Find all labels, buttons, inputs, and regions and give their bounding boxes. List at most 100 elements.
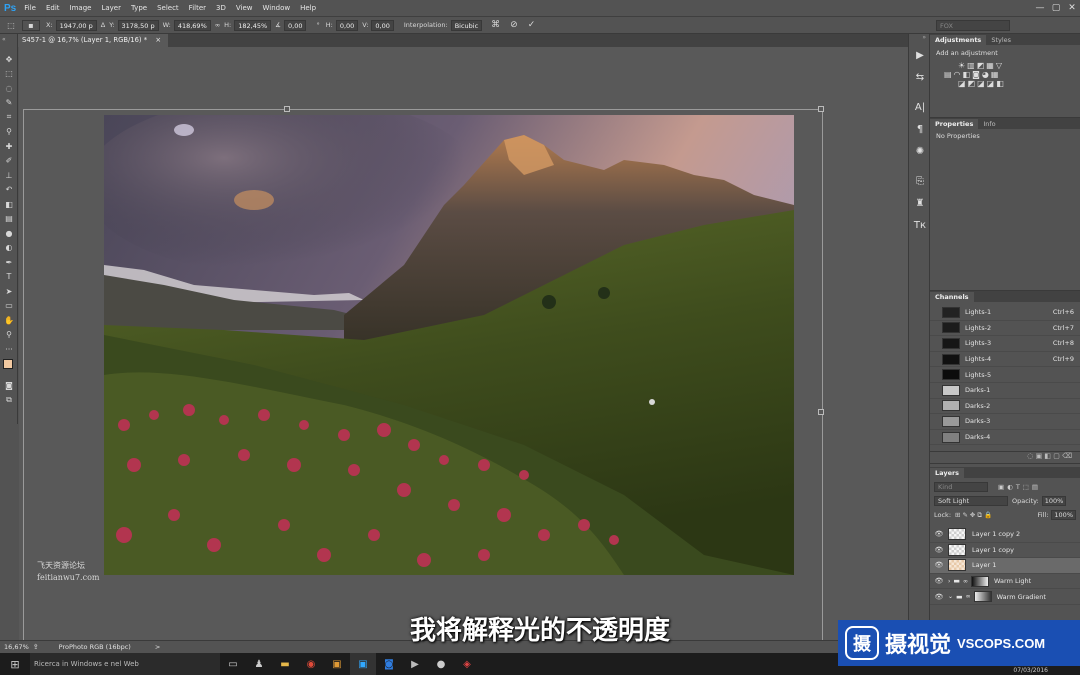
eraser-tool-icon[interactable]: ◧ (0, 197, 18, 212)
globe-app-icon[interactable]: ● (428, 653, 454, 675)
quick-select-tool-icon[interactable]: ✎ (0, 96, 18, 111)
expand-panels-icon[interactable]: » (909, 34, 929, 44)
visibility-eye-icon[interactable]: 👁 (934, 530, 944, 538)
fill-field[interactable]: 100% (1051, 510, 1076, 520)
visibility-eye-icon[interactable]: 👁 (934, 593, 944, 601)
screen-mode-icon[interactable]: ⧉ (0, 393, 18, 408)
adjustment-icons-row-3[interactable]: ◪◩◪◪◧ (936, 79, 1074, 88)
canvas-area[interactable]: 飞天资源论坛 feitianwu7.com (19, 47, 908, 667)
tab-info[interactable]: Info (978, 119, 1000, 129)
commit-transform-icon[interactable]: ✓ (528, 20, 536, 30)
y-field[interactable]: 3178,50 p (117, 19, 159, 31)
taskbar-search[interactable]: Ricerca in Windows e nel Web (30, 653, 220, 675)
h-field[interactable]: 182,45% (234, 19, 272, 31)
menu-edit[interactable]: Edit (46, 4, 60, 12)
channel-row[interactable]: Lights-1 Ctrl+6 (930, 305, 1080, 321)
tab-properties[interactable]: Properties (930, 119, 979, 129)
hand-tool-icon[interactable]: ✋ (0, 313, 18, 328)
visibility-eye-icon[interactable]: 👁 (934, 577, 944, 585)
history-brush-icon[interactable]: ↶ (0, 183, 18, 198)
vskew-field[interactable]: 0,00 (371, 19, 394, 31)
channel-row[interactable]: Lights-3 Ctrl+8 (930, 336, 1080, 352)
tab-close-icon[interactable]: × (155, 36, 161, 44)
visibility-eye-icon[interactable]: 👁 (934, 561, 944, 569)
outlook-icon[interactable]: ◙ (376, 653, 402, 675)
layer-row[interactable]: 👁 Layer 1 copy 2 (930, 527, 1080, 543)
landscape-photo[interactable] (104, 115, 794, 575)
status-menu-arrow[interactable]: > (155, 643, 160, 651)
layer-row-selected[interactable]: 👁 Layer 1 (930, 558, 1080, 574)
export-icon[interactable]: ⇪ (33, 643, 39, 651)
cancel-transform-icon[interactable]: ⊘ (510, 20, 518, 30)
opacity-field[interactable]: 100% (1041, 496, 1067, 506)
stamp-tool-icon[interactable]: ⊥ (0, 168, 18, 183)
character-icon[interactable]: A| (909, 96, 931, 118)
paragraph-icon[interactable]: ¶ (909, 118, 931, 140)
menu-filter[interactable]: Filter (189, 4, 206, 12)
menu-layer[interactable]: Layer (101, 4, 121, 12)
adjustment-icons-row-1[interactable]: ☀▥◩▦▽ (936, 61, 1074, 70)
blend-mode-select[interactable]: Soft Light (934, 496, 1008, 506)
group-arrow-icon[interactable]: › (948, 578, 950, 585)
channels-footer-icons[interactable]: ◌ ▣ ◧ ▢ ⌫ (930, 452, 1080, 464)
channel-row[interactable]: Lights-4 Ctrl+9 (930, 352, 1080, 368)
channel-row[interactable]: Darks-1 (930, 383, 1080, 399)
move-tool-icon[interactable]: ✥ (0, 52, 18, 67)
layer-row[interactable]: 👁 Layer 1 copy (930, 543, 1080, 559)
glyphs-icon[interactable]: Tк (909, 214, 931, 236)
brush-presets-icon[interactable]: ✺ (909, 140, 931, 162)
zoom-tool-icon[interactable]: ⚲ (0, 328, 18, 343)
file-explorer-icon[interactable]: ▬ (272, 653, 298, 675)
w-field[interactable]: 418,69% (173, 19, 211, 31)
path-select-tool-icon[interactable]: ➤ (0, 284, 18, 299)
transform-handle-right[interactable] (818, 409, 824, 415)
transform-tool-icon[interactable]: ⬚ (0, 21, 22, 30)
menu-image[interactable]: Image (70, 4, 92, 12)
document-tab[interactable]: S457-1 @ 16,7% (Layer 1, RGB/16) * × (18, 34, 168, 47)
bridge-icon[interactable]: ▣ (324, 653, 350, 675)
adjustment-icons-row-2[interactable]: ▤◠◧◙◕▦ (936, 70, 1074, 79)
foreground-color-swatch[interactable] (3, 358, 13, 369)
photoshop-taskbar-icon[interactable]: ▣ (350, 653, 376, 675)
search-field[interactable]: FOX (936, 19, 1010, 31)
menu-3d[interactable]: 3D (216, 4, 226, 12)
layer-kind-select[interactable]: Kind (934, 482, 988, 492)
tool-app-icon[interactable]: ◈ (454, 653, 480, 675)
play-actions-icon[interactable]: ▶ (909, 44, 931, 66)
menu-help[interactable]: Help (300, 4, 316, 12)
color-swatches[interactable] (0, 357, 17, 379)
layer-group-row[interactable]: 👁 ⌄ ▬ ∞ Warm Gradient (930, 589, 1080, 605)
tab-adjustments[interactable]: Adjustments (930, 35, 987, 45)
group-arrow-icon[interactable]: ⌄ (948, 593, 953, 600)
tab-channels[interactable]: Channels (930, 292, 974, 302)
tab-styles[interactable]: Styles (986, 35, 1016, 45)
windows-start-icon[interactable]: ⊞ (0, 653, 30, 675)
clone-source-icon[interactable]: ⎘ (909, 170, 931, 192)
warp-icon[interactable]: ⌘ (491, 20, 500, 30)
channel-row[interactable]: Darks-4 (930, 430, 1080, 446)
maximize-button[interactable]: ▢ (1048, 3, 1064, 13)
adjust-icon[interactable]: ⇆ (909, 66, 931, 88)
menu-file[interactable]: File (24, 4, 36, 12)
reference-point-icon[interactable]: ▪ (22, 19, 40, 31)
tab-layers[interactable]: Layers (930, 468, 965, 478)
menu-view[interactable]: View (236, 4, 253, 12)
channel-row[interactable]: Darks-3 (930, 414, 1080, 430)
dodge-tool-icon[interactable]: ◐ (0, 241, 18, 256)
lasso-tool-icon[interactable]: ◌ (0, 81, 18, 96)
eyedropper-tool-icon[interactable]: ⚲ (0, 125, 18, 140)
app-user-icon[interactable]: ♟ (246, 653, 272, 675)
transform-handle-top[interactable] (284, 106, 290, 112)
media-player-icon[interactable]: ▶ (402, 653, 428, 675)
channel-row[interactable]: Lights-2 Ctrl+7 (930, 321, 1080, 337)
menu-select[interactable]: Select (157, 4, 179, 12)
shape-tool-icon[interactable]: ▭ (0, 299, 18, 314)
quick-mask-icon[interactable]: ◙ (0, 379, 18, 394)
interpolation-select[interactable]: Bicubic (450, 19, 483, 31)
gradient-tool-icon[interactable]: ▤ (0, 212, 18, 227)
blur-tool-icon[interactable]: ● (0, 226, 18, 241)
x-field[interactable]: 1947,00 p (55, 19, 97, 31)
menu-type[interactable]: Type (131, 4, 147, 12)
minimize-button[interactable]: — (1032, 3, 1048, 13)
chrome-icon[interactable]: ◉ (298, 653, 324, 675)
